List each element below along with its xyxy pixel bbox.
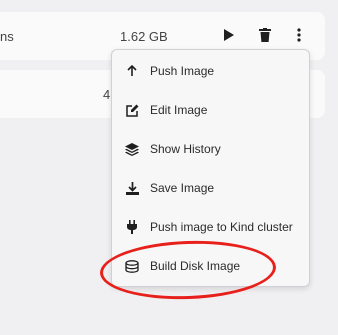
menu-item-label: Show History [150,142,221,156]
menu-item-show-history[interactable]: Show History [112,132,309,166]
menu-item-label: Save Image [150,181,215,195]
image-size: 1.62 GB [120,29,168,44]
menu-item-push-to-kind[interactable]: Push image to Kind cluster [112,210,309,244]
kebab-menu-icon [297,28,301,42]
download-icon [124,180,140,196]
menu-item-save-image[interactable]: Save Image [112,171,309,205]
menu-item-push-image[interactable]: Push Image [112,54,309,88]
menu-item-edit-image[interactable]: Edit Image [112,93,309,127]
play-icon [224,29,234,41]
menu-item-label: Build Disk Image [150,259,241,273]
menu-item-build-disk-image[interactable]: Build Disk Image [112,249,309,283]
menu-item-label: Edit Image [150,103,208,117]
menu-item-label: Push image to Kind cluster [150,220,293,234]
image-actions-menu: Push Image Edit Image Show History Save … [111,49,310,287]
menu-item-label: Push Image [150,64,215,78]
image-name: ns [0,29,14,44]
image-size: 4 [103,87,111,102]
trash-icon [259,28,271,42]
run-button[interactable] [220,26,238,44]
more-options-button[interactable] [290,26,308,44]
disk-icon [124,258,140,274]
layers-icon [124,141,140,157]
plug-icon [124,219,140,235]
delete-button[interactable] [256,26,274,44]
edit-icon [124,102,140,118]
arrow-up-icon [124,63,140,79]
